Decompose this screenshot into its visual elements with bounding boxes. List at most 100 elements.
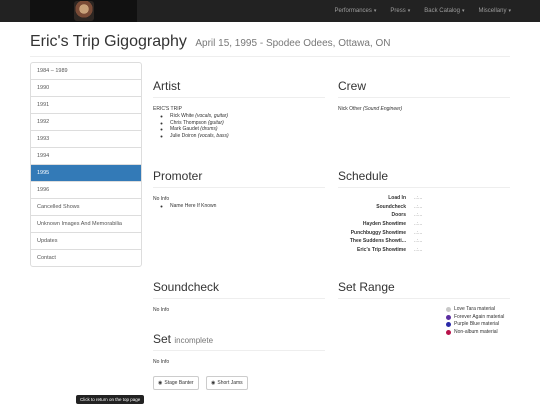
sidebar-item-1994[interactable]: 1994 <box>31 148 141 165</box>
schedule-label: Load In <box>388 195 406 202</box>
setrange-heading: Set Range <box>338 280 510 299</box>
page-subtitle: April 15, 1995 - Spodee Odees, Ottawa, O… <box>195 38 391 49</box>
promoter-list: Name Here If Known <box>153 203 325 210</box>
stage-banter-button[interactable]: ◉ Stage Banter <box>153 376 199 390</box>
eye-icon: ◉ <box>211 380 216 386</box>
eye-icon: ◉ <box>158 380 163 386</box>
set-buttons: ◉ Stage Banter ◉ Short Jams <box>153 371 325 390</box>
sidebar-item-updates[interactable]: Updates <box>31 233 141 250</box>
back-to-top-button[interactable]: Click to return on the top page <box>76 395 145 404</box>
schedule-label: Thee Suddens Showti... <box>349 238 406 245</box>
crew-section: Crew Nick Other (Sound Engineer) <box>338 79 510 113</box>
nav-miscellany[interactable]: Miscellany ▾ <box>471 0 518 22</box>
set-heading: Set incomplete <box>153 332 325 351</box>
member-list: Rick White (vocals, guitar) Chris Thomps… <box>153 113 325 139</box>
short-jams-button[interactable]: ◉ Short Jams <box>206 376 248 390</box>
legend-dot <box>446 307 451 312</box>
sidebar-item-unknown-images[interactable]: Unknown Images And Memorabilia <box>31 216 141 233</box>
sidebar-item-1991[interactable]: 1991 <box>31 97 141 114</box>
schedule-label: Soundcheck <box>376 203 406 210</box>
legend-label: Purple Blue material <box>454 321 500 327</box>
table-row: Doors..:... <box>338 211 423 220</box>
site-logo[interactable] <box>30 0 137 22</box>
member-name: Rick White <box>170 113 194 119</box>
table-row: Thee Suddens Showti.....:... <box>338 237 422 246</box>
schedule-heading: Schedule <box>338 169 510 188</box>
schedule-label: Eric's Trip Showtime <box>357 246 406 253</box>
schedule-label: Punchbuggy Showtime <box>350 229 406 236</box>
crew-heading: Crew <box>338 79 510 98</box>
sidebar-item-1995[interactable]: 1995 <box>31 165 141 182</box>
schedule-table: Load In..:... Soundcheck..:... Doors..:.… <box>338 194 422 254</box>
legend-label: Love Tara material <box>454 306 496 312</box>
legend-item: Purple Blue material <box>446 321 510 328</box>
page-title-main: Eric's Trip Gigography <box>30 33 187 50</box>
logo-image <box>73 1 94 21</box>
member-name: Mark Gaudet <box>170 126 199 132</box>
table-row: Punchbuggy Showtime..:... <box>338 228 423 237</box>
schedule-time: ..:... <box>414 212 423 219</box>
caret-down-icon: ▾ <box>508 8 511 14</box>
sidebar-item-contact[interactable]: Contact <box>31 250 141 266</box>
schedule-time: ..:... <box>414 246 423 253</box>
sidebar-item-1990[interactable]: 1990 <box>31 80 141 97</box>
sidebar-item-1984-1989[interactable]: 1984 – 1989 <box>31 63 141 80</box>
nav-performances[interactable]: Performances ▾ <box>328 0 384 22</box>
soundcheck-info: No Info <box>153 307 170 313</box>
button-label: Stage Banter <box>164 380 194 386</box>
legend-item: Non-album material <box>446 328 510 336</box>
artist-heading: Artist <box>153 79 325 98</box>
nav-menu: Performances ▾ Press ▾ Back Catalog ▾ Misce… <box>328 0 518 22</box>
sidebar-item-1996[interactable]: 1996 <box>31 182 141 199</box>
nav-label: Performances <box>334 8 372 14</box>
caret-down-icon: ▾ <box>407 8 411 14</box>
nav-label: Press <box>390 8 406 14</box>
sidebar-item-1992[interactable]: 1992 <box>31 114 141 131</box>
caret-down-icon: ▾ <box>461 8 465 14</box>
soundcheck-section: Soundcheck No Info <box>153 280 325 314</box>
member-name: Chris Thompson <box>170 119 207 126</box>
nav-back-catalog[interactable]: Back Catalog ▾ <box>417 0 471 22</box>
set-info: No Info <box>153 359 170 365</box>
nav-label: Miscellany <box>478 8 507 14</box>
setrange-legend: Love Tara material Forever Again materia… <box>446 306 510 337</box>
member-role: (vocals, bass) <box>197 132 229 139</box>
sidebar-item-1993[interactable]: 1993 <box>31 131 141 148</box>
button-label: Short Jams <box>217 380 243 386</box>
schedule-label: Hayden Showtime <box>362 221 406 228</box>
schedule-time: ..:... <box>414 238 423 245</box>
promoter-section: Promoter No Info Name Here If Known <box>153 169 325 210</box>
artist-section: Artist ERIC'S TRIP Rick White (vocals, g… <box>153 79 325 139</box>
member-role: (vocals, guitar) <box>195 113 229 119</box>
band-name: ERIC'S TRIP <box>153 106 182 112</box>
sidebar-item-cancelled-shows[interactable]: Cancelled Shows <box>31 199 141 216</box>
navbar: Performances ▾ Press ▾ Back Catalog ▾ Misce… <box>0 0 540 22</box>
promoter-heading: Promoter <box>153 169 325 188</box>
list-item: Julie Doiron (vocals, bass) <box>170 133 325 140</box>
list-item: Name Here If Known <box>170 203 325 210</box>
set-status: incomplete <box>174 336 214 345</box>
member-role: (guitar) <box>207 119 224 126</box>
nav-press[interactable]: Press ▾ <box>383 0 417 22</box>
legend-item: Forever Again material <box>446 313 510 321</box>
table-row: Hayden Showtime..:... <box>338 220 422 229</box>
title-divider <box>30 56 510 57</box>
set-section: Set incomplete No Info ◉ Stage Banter ◉ Sh… <box>153 332 325 390</box>
legend-label: Non-album material <box>454 328 498 335</box>
legend-item: Love Tara material <box>446 306 510 313</box>
promoter-info: No Info <box>153 196 170 202</box>
schedule-time: ..:... <box>414 229 423 236</box>
table-row: Eric's Trip Showtime..:... <box>338 246 422 255</box>
schedule-label: Doors <box>391 212 406 219</box>
legend-label: Forever Again material <box>454 313 505 320</box>
legend-dot <box>446 329 451 335</box>
crew-role: (Sound Engineer) <box>363 106 403 112</box>
schedule-time: ..:... <box>414 195 423 202</box>
legend-dot <box>446 322 451 327</box>
year-sidebar: 1984 – 1989 1990 1991 1992 1993 1994 199… <box>30 62 142 267</box>
nav-label: Back Catalog <box>424 8 460 14</box>
page-title: Eric's Trip Gigography April 15, 1995 - … <box>30 33 390 51</box>
member-role: (drums) <box>200 126 218 132</box>
schedule-time: ..:... <box>414 221 423 228</box>
schedule-section: Schedule Load In..:... Soundcheck..:... … <box>338 169 510 254</box>
